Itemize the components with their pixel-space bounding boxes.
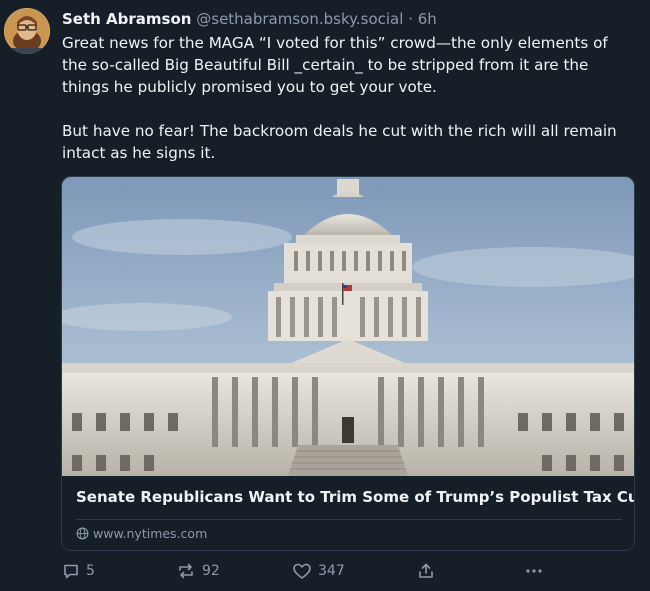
repost-icon [179,563,193,579]
globe-icon [76,527,89,540]
avatar-illustration [4,8,50,54]
link-card-domain-text: www.nytimes.com [93,526,208,541]
heart-icon [293,563,311,579]
avatar[interactable] [4,8,50,54]
author-name[interactable]: Seth Abramson [62,10,191,28]
reply-count: 5 [86,563,95,579]
post-header: Seth Abramson @sethabramson.bsky.social … [62,9,437,29]
more-icon [526,569,542,573]
post-text: Great news for the MAGA “I voted for thi… [62,32,637,186]
reply-button[interactable]: 5 [62,562,95,580]
link-card-image [62,177,634,476]
more-options-button[interactable] [524,562,544,580]
link-card[interactable]: Senate Republicans Want to Trim Some of … [61,176,635,551]
share-button[interactable] [417,562,435,580]
link-card-title[interactable]: Senate Republicans Want to Trim Some of … [76,487,634,507]
post-timestamp[interactable]: 6h [418,10,437,28]
author-handle[interactable]: @sethabramson.bsky.social [196,10,403,28]
link-card-divider [76,519,622,520]
post-actions: 5 92 347 [62,562,622,584]
repost-count: 92 [202,563,220,579]
link-card-domain[interactable]: www.nytimes.com [76,526,207,541]
repost-button[interactable]: 92 [176,562,220,580]
post-paragraph: But have no fear! The backroom deals he … [62,122,617,162]
like-count: 347 [318,563,345,579]
post-paragraph: Great news for the MAGA “I voted for thi… [62,34,608,96]
reply-icon [64,564,78,579]
separator-dot: · [408,10,413,28]
share-icon [419,563,433,578]
like-button[interactable]: 347 [292,562,345,580]
post: Seth Abramson @sethabramson.bsky.social … [0,0,650,591]
